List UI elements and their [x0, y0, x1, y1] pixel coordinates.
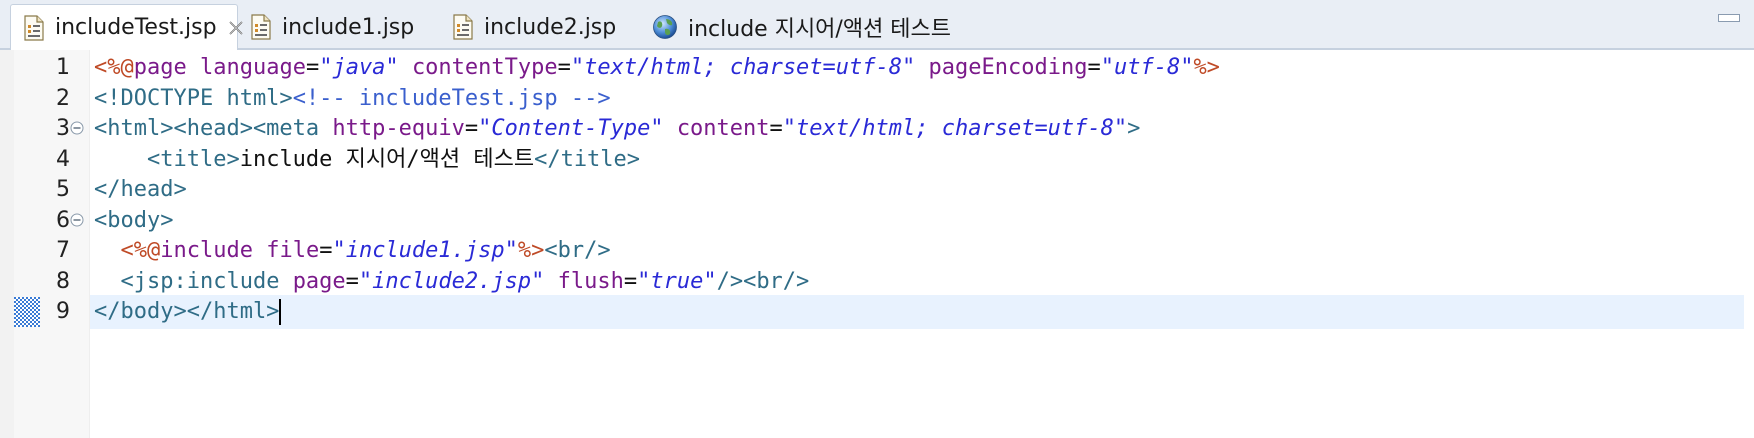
code-token: "include2.jsp" [358, 268, 545, 294]
code-token: page [292, 268, 346, 294]
line-number: 6 [56, 207, 70, 233]
code-token: contentType [411, 55, 558, 80]
code-text[interactable]: <!DOCTYPE html><!-- includeTest.jsp --> [94, 86, 611, 112]
code-line: 7 <%@include file="include1.jsp"%><br/> [0, 234, 1754, 268]
code-token: <!DOCTYPE html> [94, 85, 293, 111]
code-token: "text/html; charset=utf-8" [570, 55, 916, 80]
text-caret [279, 299, 282, 325]
line-number: 8 [56, 268, 70, 294]
code-line: 1 <%@page language="java" contentType="te… [0, 51, 1754, 85]
code-token: <jsp:include [120, 268, 293, 294]
line-number: 5 [56, 177, 70, 202]
code-token: = [305, 55, 320, 80]
code-token: = [464, 116, 479, 141]
code-editor[interactable]: 1 <%@page language="java" contentType="te… [0, 50, 1754, 438]
code-line: 6 <body> [0, 204, 1754, 238]
code-token: include [160, 238, 267, 263]
line-number: 7 [56, 238, 70, 263]
tab-include1-jsp[interactable]: include1.jsp [250, 6, 430, 48]
tab-label: include2.jsp [484, 14, 617, 40]
code-text[interactable]: <%@page language="java" contentType="tex… [94, 55, 1220, 81]
code-token: <html><head><meta [94, 116, 333, 141]
code-token: > [1127, 116, 1141, 141]
code-token: = [769, 116, 783, 141]
code-token: <title> [146, 146, 240, 172]
fold-collapse-icon[interactable] [70, 121, 84, 135]
code-line: 3 <html><head><meta http-equiv="Content-T… [0, 112, 1754, 146]
code-token: <%@ [120, 238, 161, 263]
minimize-icon[interactable] [1718, 14, 1740, 22]
code-line: 2 <!DOCTYPE html><!-- includeTest.jsp --> [0, 82, 1754, 116]
globe-icon [653, 15, 677, 39]
tab-label: include 지시어/액션 테스트 [688, 17, 952, 42]
code-token: /><br/> [716, 268, 810, 294]
code-token: = [319, 238, 333, 263]
jsp-file-icon [251, 14, 271, 40]
code-token: "utf-8" [1100, 55, 1194, 80]
line-number: 1 [56, 55, 70, 80]
tab-includeTest-jsp[interactable]: includeTest.jsp [10, 4, 243, 50]
code-token: </title> [534, 146, 641, 172]
code-token: "java" [319, 55, 399, 80]
editor-window: includeTest.jsp include1.jsp include2.js… [0, 0, 1754, 438]
tab-label: includeTest.jsp [55, 15, 217, 40]
code-token: %> [1193, 55, 1220, 80]
line-number: 3 [56, 116, 70, 141]
code-token: <body> [94, 207, 174, 233]
code-token: flush [557, 268, 624, 294]
current-line-highlight [90, 295, 1744, 329]
code-token: language [199, 55, 306, 80]
code-token: content [676, 116, 770, 141]
code-token: "text/html; charset=utf-8" [782, 116, 1128, 141]
code-text[interactable]: <jsp:include page="include2.jsp" flush="… [94, 268, 810, 295]
code-token: = [623, 268, 638, 294]
code-token: %> [517, 238, 545, 263]
code-token: http-equiv [332, 116, 465, 141]
code-token: page [133, 55, 200, 80]
code-token: <br/> [544, 238, 611, 263]
code-token: = [1087, 55, 1101, 80]
code-text[interactable]: </head> [94, 177, 187, 203]
code-token: "true" [637, 268, 717, 294]
code-token: </body></html> [94, 299, 280, 324]
code-line: 8 <jsp:include page="include2.jsp" flush… [0, 265, 1754, 299]
code-token: </head> [94, 177, 187, 202]
code-token: = [557, 55, 571, 80]
code-token: <!-- includeTest.jsp --> [292, 85, 611, 111]
jsp-file-icon [453, 14, 473, 40]
code-text[interactable]: <html><head><meta http-equiv="Content-Ty… [94, 116, 1140, 142]
code-token: <%@ [94, 55, 134, 80]
code-line: 5 </head> [0, 173, 1754, 207]
code-token: "Content-Type" [478, 116, 664, 141]
code-token: "include1.jsp" [332, 238, 518, 263]
code-text[interactable]: </body></html> [94, 299, 282, 325]
close-icon[interactable] [227, 19, 245, 37]
code-token: pageEncoding [928, 55, 1088, 80]
code-token: file [266, 238, 320, 263]
code-token: = [345, 268, 359, 294]
jsp-file-icon [24, 14, 44, 41]
code-text[interactable]: <title>include 지시어/액션 테스트</title> [94, 147, 640, 173]
fold-collapse-icon[interactable] [70, 213, 84, 227]
editor-tab-bar: includeTest.jsp include1.jsp include2.js… [0, 0, 1754, 50]
line-number: 2 [56, 85, 70, 111]
code-token: include 지시어/액션 테스트 [239, 146, 535, 172]
code-text[interactable]: <body> [94, 208, 173, 234]
tab-include2-jsp[interactable]: include2.jsp [452, 6, 632, 48]
code-line: 4 <title>include 지시어/액션 테스트</title> [0, 143, 1754, 177]
code-line: 9 </body></html> [0, 295, 1754, 329]
tab-label: include1.jsp [282, 14, 415, 40]
tab-browser-preview[interactable]: include 지시어/액션 테스트 [652, 6, 982, 48]
code-text[interactable]: <%@include file="include1.jsp"%><br/> [94, 238, 611, 264]
line-number: 4 [56, 146, 70, 172]
line-number: 9 [56, 299, 70, 324]
